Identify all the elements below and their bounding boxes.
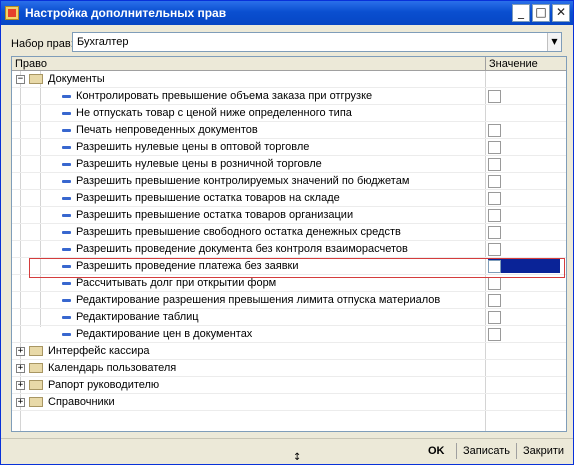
right-icon	[62, 282, 71, 285]
tree-row-group[interactable]: + Рапорт руководителю	[12, 377, 566, 394]
right-row[interactable]: Разрешить превышение свободного остатка …	[12, 224, 566, 241]
folder-icon	[29, 363, 43, 373]
title-bar[interactable]: Настройка дополнительных прав _ □ ✕	[1, 1, 573, 25]
resize-arrow-icon[interactable]: ↕	[293, 452, 301, 463]
right-icon	[62, 316, 71, 319]
grid-header: Право Значение	[12, 57, 566, 71]
save-button[interactable]: Записать	[463, 445, 510, 457]
value-checkbox[interactable]	[488, 328, 501, 341]
group-label: Справочники	[48, 396, 115, 408]
value-checkbox[interactable]	[488, 192, 501, 205]
right-icon	[62, 197, 71, 200]
group-label: Интерфейс кассира	[48, 345, 150, 357]
right-icon	[62, 248, 71, 251]
right-row[interactable]: Редактирование цен в документах	[12, 326, 566, 343]
folder-icon	[29, 74, 43, 84]
tree-row-documents[interactable]: − Документы	[12, 71, 566, 88]
rights-set-label: Набор прав:	[11, 38, 74, 50]
right-row[interactable]: Разрешить нулевые цены в розничной торго…	[12, 156, 566, 173]
right-label: Печать непроведенных документов	[76, 124, 258, 136]
rights-grid: Право Значение − Документы Контролироват…	[11, 56, 567, 432]
right-label: Редактирование таблиц	[76, 311, 199, 323]
value-checkbox[interactable]	[488, 311, 501, 324]
right-row[interactable]: Разрешить нулевые цены в оптовой торговл…	[12, 139, 566, 156]
value-checkbox[interactable]	[488, 209, 501, 222]
app-icon	[5, 6, 19, 20]
right-row[interactable]: Разрешить превышение контролируемых знач…	[12, 173, 566, 190]
right-label: Разрешить превышение свободного остатка …	[76, 226, 401, 238]
rights-settings-window: Настройка дополнительных прав _ □ ✕ Набо…	[0, 0, 574, 465]
value-checkbox[interactable]	[488, 141, 501, 154]
rights-set-value: Бухгалтер	[77, 36, 129, 48]
button-divider	[516, 443, 517, 459]
expand-icon[interactable]: +	[16, 347, 25, 356]
tree-row-group[interactable]: + Справочники	[12, 394, 566, 411]
folder-icon	[29, 380, 43, 390]
right-label: Разрешить нулевые цены в оптовой торговл…	[76, 141, 310, 153]
right-icon	[62, 231, 71, 234]
expand-icon[interactable]: +	[16, 364, 25, 373]
column-header-value[interactable]: Значение	[489, 58, 538, 70]
right-label: Разрешить превышение остатка товаров орг…	[76, 209, 354, 221]
right-icon	[62, 163, 71, 166]
window-title: Настройка дополнительных прав	[25, 6, 227, 20]
group-label: Документы	[48, 73, 105, 85]
right-icon	[62, 112, 71, 115]
right-label: Разрешить превышение остатка товаров на …	[76, 192, 340, 204]
right-icon	[62, 180, 71, 183]
value-checkbox[interactable]	[488, 277, 501, 290]
button-bar: OK Записать Закрити	[1, 438, 573, 464]
close-dialog-button[interactable]: Закрити	[523, 445, 564, 457]
folder-icon	[29, 397, 43, 407]
right-label: Разрешить превышение контролируемых знач…	[76, 175, 410, 187]
value-checkbox[interactable]	[488, 90, 501, 103]
highlight-frame	[29, 258, 565, 278]
right-row[interactable]: Редактирование таблиц	[12, 309, 566, 326]
value-checkbox[interactable]	[488, 124, 501, 137]
collapse-icon[interactable]: −	[16, 75, 25, 84]
value-checkbox[interactable]	[488, 175, 501, 188]
tree-row-group[interactable]: + Интерфейс кассира	[12, 343, 566, 360]
value-checkbox[interactable]	[488, 243, 501, 256]
right-row[interactable]: Контролировать превышение объема заказа …	[12, 88, 566, 105]
tree-row-group[interactable]: + Календарь пользователя	[12, 360, 566, 377]
right-icon	[62, 333, 71, 336]
expand-icon[interactable]: +	[16, 381, 25, 390]
value-checkbox[interactable]	[488, 158, 501, 171]
ok-button[interactable]: OK	[428, 445, 445, 457]
right-row[interactable]: Разрешить превышение остатка товаров орг…	[12, 207, 566, 224]
maximize-button[interactable]: □	[532, 4, 550, 22]
right-label: Рассчитывать долг при открытии форм	[76, 277, 277, 289]
close-button[interactable]: ✕	[552, 4, 570, 22]
group-label: Рапорт руководителю	[48, 379, 160, 391]
right-row[interactable]: Разрешить превышение остатка товаров на …	[12, 190, 566, 207]
right-label: Разрешить нулевые цены в розничной торго…	[76, 158, 322, 170]
right-icon	[62, 214, 71, 217]
right-row[interactable]: Редактирование разрешения превышения лим…	[12, 292, 566, 309]
column-header-right[interactable]: Право	[15, 58, 47, 70]
right-label: Контролировать превышение объема заказа …	[76, 90, 373, 102]
right-row[interactable]: Не отпускать товар с ценой ниже определе…	[12, 105, 566, 122]
rights-set-field[interactable]: Бухгалтер ▼	[72, 32, 562, 52]
folder-icon	[29, 346, 43, 356]
value-checkbox[interactable]	[488, 294, 501, 307]
right-row[interactable]: Разрешить проведение документа без контр…	[12, 241, 566, 258]
right-icon	[62, 299, 71, 302]
right-row[interactable]: Печать непроведенных документов	[12, 122, 566, 139]
expand-icon[interactable]: +	[16, 398, 25, 407]
right-icon	[62, 146, 71, 149]
right-label: Редактирование цен в документах	[76, 328, 253, 340]
column-divider[interactable]	[485, 57, 486, 71]
value-checkbox[interactable]	[488, 226, 501, 239]
group-label: Календарь пользователя	[48, 362, 177, 374]
right-label: Редактирование разрешения превышения лим…	[76, 294, 441, 306]
button-divider	[456, 443, 457, 459]
right-label: Не отпускать товар с ценой ниже определе…	[76, 107, 352, 119]
dropdown-arrow-icon[interactable]: ▼	[547, 33, 561, 51]
minimize-button[interactable]: _	[512, 4, 530, 22]
right-icon	[62, 95, 71, 98]
right-icon	[62, 129, 71, 132]
right-label: Разрешить проведение документа без контр…	[76, 243, 408, 255]
